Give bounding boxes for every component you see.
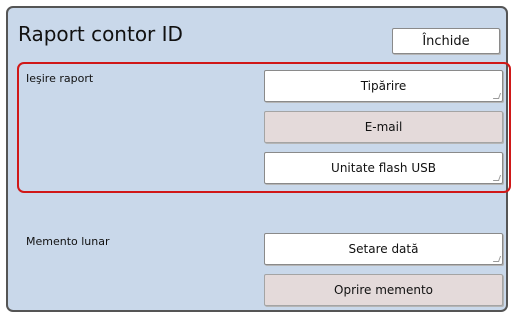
print-button-label: Tipărire <box>360 79 407 93</box>
close-button[interactable]: Închide <box>392 28 500 54</box>
grip-icon <box>492 256 502 262</box>
set-date-button[interactable]: Setare dată <box>264 233 503 265</box>
usb-flash-button-label: Unitate flash USB <box>331 161 436 175</box>
page-title: Raport contor ID <box>18 22 183 46</box>
email-button-label: E-mail <box>364 120 403 134</box>
monthly-memento-label: Memento lunar <box>26 235 110 248</box>
report-output-label: Ieşire raport <box>26 72 94 85</box>
grip-icon <box>492 93 502 99</box>
set-date-button-label: Setare dată <box>348 242 419 256</box>
print-button[interactable]: Tipărire <box>264 70 503 102</box>
usb-flash-button[interactable]: Unitate flash USB <box>264 152 503 184</box>
stop-memento-button[interactable]: Oprire memento <box>264 274 503 306</box>
email-button[interactable]: E-mail <box>264 111 503 143</box>
screen: Raport contor ID Închide Ieşire raport T… <box>0 0 516 318</box>
grip-icon <box>492 175 502 181</box>
stop-memento-button-label: Oprire memento <box>334 283 433 297</box>
